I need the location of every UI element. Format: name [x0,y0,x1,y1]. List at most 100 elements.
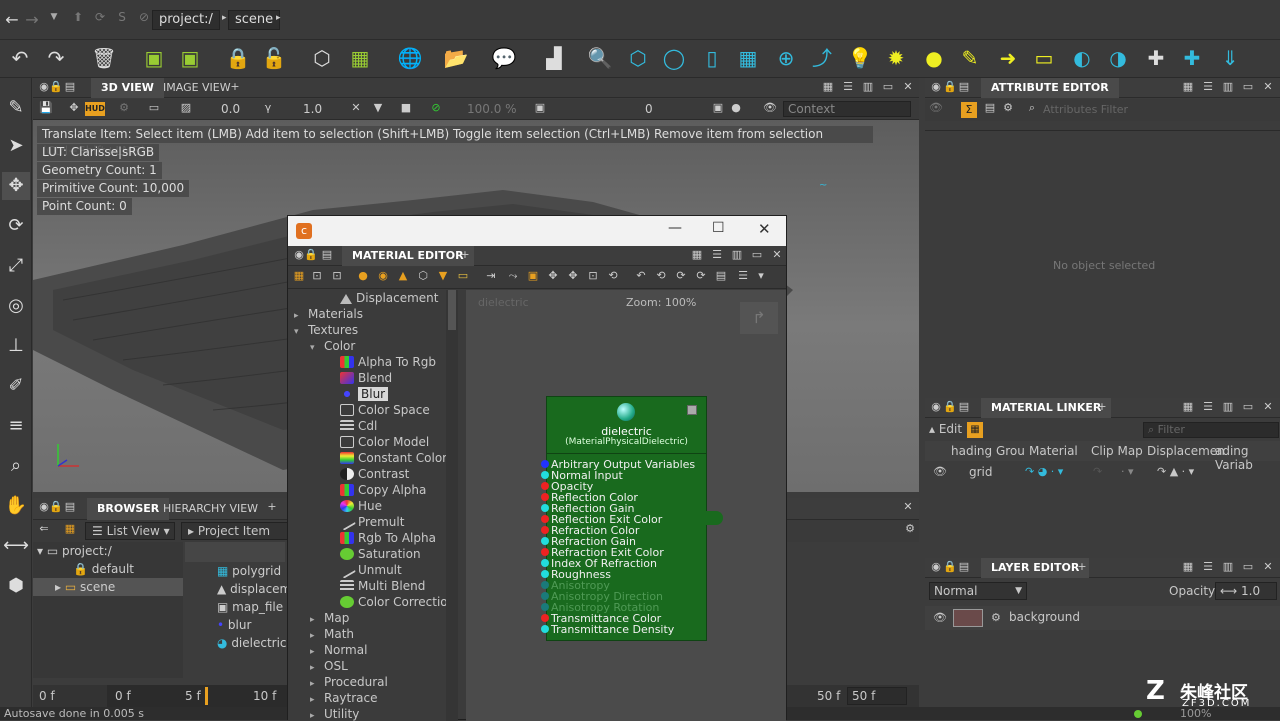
camera-icon[interactable]: ■ [399,101,413,115]
stamp-tool-icon[interactable]: ⊥ [2,332,30,360]
tab-hierarchy-view[interactable]: HIERARCHY VIEW [153,498,268,520]
linker-pin-icon[interactable]: ◉ [929,400,943,414]
paint-tool-icon[interactable]: ≡ [2,412,30,440]
light-bulb-icon[interactable]: 💡 [846,44,874,72]
blend-mode-dropdown[interactable]: Normal ▼ [929,582,1027,600]
linker-lock-icon[interactable]: 🔒 [943,400,957,414]
tree-expand-icon[interactable]: ▸ [310,708,324,721]
row-clip-map-icon[interactable]: ↷ [1093,465,1102,478]
back-arrow-icon[interactable]: ← [4,10,20,29]
tree-item[interactable]: Constant Color [326,450,446,466]
snap-icon[interactable]: ✕ [349,101,363,115]
add-tab-icon[interactable]: + [228,80,242,94]
me-add-tab-icon[interactable]: + [458,248,472,262]
item-map-file[interactable]: ▣ map_file [217,598,283,616]
attr-layout-rows-icon[interactable]: ☰ [1201,80,1215,94]
me-show-textures-icon[interactable]: ● [356,269,370,283]
save-view-icon[interactable]: 💾 [39,101,53,115]
transform-tool-icon[interactable]: ◎ [2,292,30,320]
scale-tool-icon[interactable]: ⤢ [2,252,30,280]
me-folder-icon[interactable]: ▭ [456,269,470,283]
linker-tree-icon[interactable]: ▦ [967,422,983,438]
me-tree-icon[interactable]: ▦ [292,269,306,283]
attr-tool-b-icon[interactable]: ⚙ [1001,101,1015,115]
tree-scrollbar-thumb[interactable] [448,290,456,330]
filter-icon[interactable]: ▼ [371,101,385,115]
port-socket-icon[interactable] [541,603,549,611]
close-panel-icon[interactable]: ✕ [901,80,915,94]
grid-icon[interactable]: ▦ [734,44,762,72]
attr-layout-grid-icon[interactable]: ▦ [1181,80,1195,94]
layer-menu-icon[interactable]: ▤ [957,560,971,574]
linker-filter-field[interactable]: ⌕ Filter [1143,422,1279,438]
tree-item-scene[interactable]: ▸ ▭ scene [33,578,183,596]
tree-item-project[interactable]: ▾ ▭ project:/ [37,542,112,560]
layout-columns-icon[interactable]: ▥ [861,80,875,94]
close-window-icon[interactable]: ✕ [758,220,771,238]
tree-expand-icon[interactable]: ▾ [294,324,308,340]
layer-close-icon[interactable]: ✕ [1261,560,1275,574]
tree-item[interactable]: ▸ Normal [310,642,367,658]
add-locator-icon[interactable]: ✚ [1178,44,1206,72]
forward-arrow-icon[interactable]: → [24,10,40,29]
download-icon[interactable]: ⇓ [1216,44,1244,72]
timeline-end-field[interactable]: 50 f [847,687,907,705]
layer-layout-grid-icon[interactable]: ▦ [1181,560,1195,574]
image-icon[interactable]: ▨ [179,101,193,115]
list-view-dropdown[interactable]: ☰ List View ▾ [85,522,175,540]
sphere-icon[interactable]: ◯ [660,44,688,72]
pencil-tool-icon[interactable]: ✎ [2,94,30,122]
tree-item[interactable]: Premult [326,513,404,531]
gamma-icon[interactable]: γ [261,101,275,115]
timeline-track[interactable]: 0 f 5 f 10 f [107,685,287,707]
value-field-b[interactable]: 1.0 [303,102,322,116]
tree-item[interactable]: ▸ Utility [310,706,359,721]
cube-icon[interactable]: ⬡ [624,44,652,72]
row-material-sphere-icon[interactable]: ↷ ◕ · ▾ [1025,465,1063,478]
tree-item[interactable]: ▾ Color [310,338,355,354]
sigma-icon[interactable]: Σ [961,102,977,118]
graph-output-icon[interactable]: ↱ [740,302,778,334]
row-displacement-icon[interactable]: ↷ ▲ · ▾ [1157,465,1194,478]
search-scene-icon[interactable]: 🔍 [586,44,614,72]
attr-lock-icon[interactable]: 🔒 [943,80,957,94]
tree-item[interactable]: Multi Blend [326,578,425,594]
me-maximize-icon[interactable]: ▭ [750,248,764,262]
tree-item[interactable]: Rgb To Alpha [326,530,436,546]
refresh-icon[interactable]: ⟳ [92,10,108,24]
display-icon[interactable]: ▭ [147,101,161,115]
layout-rows-icon[interactable]: ☰ [841,80,855,94]
me-move-icon[interactable]: ✥ [546,269,560,283]
hex-tool-icon[interactable]: ⬢ [2,572,30,600]
cylinder-icon[interactable]: ▯ [698,44,726,72]
attr-pin-icon[interactable]: ◉ [929,80,943,94]
globe-icon[interactable]: ⊕ [772,44,800,72]
linker-maximize-icon[interactable]: ▭ [1241,400,1255,414]
layer-pin-icon[interactable]: ◉ [929,560,943,574]
point-light-icon[interactable]: ● [920,44,948,72]
tree-item[interactable]: Unmult [326,561,402,579]
attr-eye-icon[interactable]: 👁 [929,101,943,115]
linker-layout-cols-icon[interactable]: ▥ [1221,400,1235,414]
col-clip-map[interactable]: Clip Map [1091,444,1143,458]
locator-icon[interactable]: ✚ [1142,44,1170,72]
linker-layout-rows-icon[interactable]: ☰ [1201,400,1215,414]
tree-item[interactable]: ▸ Raytrace [310,690,378,706]
manipulator-icon[interactable]: ✥ [67,101,81,115]
me-show-materials-icon[interactable]: ◉ [376,269,390,283]
attr-layout-cols-icon[interactable]: ▥ [1221,80,1235,94]
layer-add-tab-icon[interactable]: + [1075,560,1089,574]
tab-attribute-editor[interactable]: ATTRIBUTE EDITOR [981,78,1119,98]
node-output-port[interactable] [705,511,723,525]
minimize-window-icon[interactable]: — [668,220,682,236]
me-snap-icon[interactable]: ⟲ [606,269,620,283]
layer-row-background[interactable]: 👁 ⚙ background [925,606,1280,630]
attr-menu-icon[interactable]: ▤ [957,80,971,94]
tree-item[interactable]: Blend [326,370,392,386]
open-folder-icon[interactable]: 📂 [442,44,470,72]
render-icon[interactable]: ⚙ [117,101,131,115]
brush-tool-icon[interactable]: ✐ [2,372,30,400]
context-dropdown[interactable]: Context [783,101,911,117]
up-level-icon[interactable]: ⬆ [70,10,86,24]
port-socket-icon[interactable] [541,471,549,479]
